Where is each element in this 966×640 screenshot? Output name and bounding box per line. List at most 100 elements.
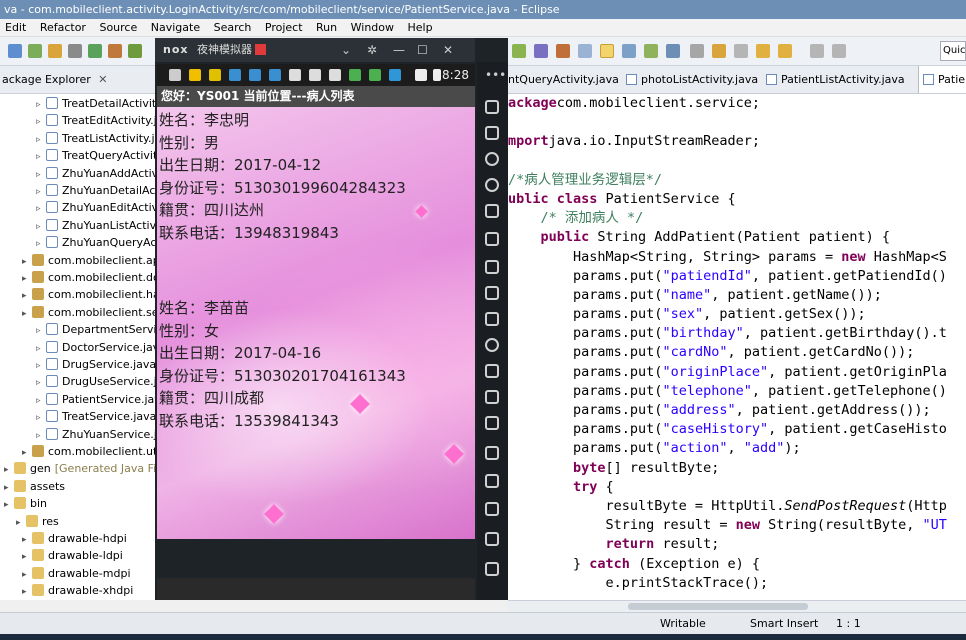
expand-arrow-icon[interactable]: ▹: [36, 392, 46, 410]
debug-icon[interactable]: [68, 44, 82, 58]
menu-navigate[interactable]: Navigate: [146, 19, 205, 37]
toggle-mark-icon[interactable]: [578, 44, 592, 58]
quick-access-input[interactable]: Quic: [940, 41, 966, 61]
tree-item[interactable]: ▹ DoctorService.java: [36, 339, 159, 358]
menu-window[interactable]: Window: [346, 19, 399, 37]
phone-icon[interactable]: [485, 100, 499, 114]
tree-item[interactable]: ▸ com.mobileclient.util: [22, 443, 159, 462]
list-item[interactable]: 姓名：李苗苗 性别：女 出生日期：2017-04-16 身份证号：5130302…: [157, 297, 475, 433]
tree-item[interactable]: ▸ com.mobileclient.han: [22, 286, 159, 304]
expand-arrow-icon[interactable]: ▹: [36, 166, 46, 184]
chevron-right-icon[interactable]: ▸: [4, 479, 14, 497]
tree-item[interactable]: ▸ res: [16, 513, 59, 531]
menu-project[interactable]: Project: [260, 19, 308, 37]
show-whitespace-icon[interactable]: [666, 44, 680, 58]
expand-arrow-icon[interactable]: ▹: [36, 200, 46, 218]
tree-item[interactable]: ▸ assets: [4, 478, 65, 496]
search-icon[interactable]: [512, 44, 526, 58]
minimize-icon[interactable]: —: [393, 38, 405, 62]
keyboard-icon[interactable]: [485, 204, 499, 218]
menu-icon[interactable]: [485, 446, 499, 460]
tree-item[interactable]: ▹ ZhuYuanAddActivi: [36, 165, 159, 184]
chevron-right-icon[interactable]: ▸: [22, 566, 32, 584]
expand-arrow-icon[interactable]: ▹: [36, 340, 46, 358]
volume-up-icon[interactable]: [485, 260, 499, 274]
tree-item[interactable]: ▸ com.mobileclient.dor: [22, 269, 159, 288]
expand-arrow-icon[interactable]: ▹: [36, 148, 46, 166]
multi-instance-icon[interactable]: [485, 416, 499, 430]
tab-patient-service[interactable]: Patient: [918, 66, 966, 93]
tree-item[interactable]: ▸ drawable-mdpi: [22, 565, 131, 583]
chevron-right-icon[interactable]: ▸: [4, 496, 14, 514]
expand-arrow-icon[interactable]: ▹: [36, 218, 46, 236]
back-icon[interactable]: [485, 502, 499, 516]
tree-item[interactable]: ▹ TreatEditActivity.ja: [36, 112, 159, 131]
settings-icon[interactable]: ✲: [367, 38, 377, 62]
volume-down-icon[interactable]: [485, 286, 499, 300]
run-icon[interactable]: [88, 44, 102, 58]
tree-item[interactable]: ▹ ZhuYuanService.ja: [36, 426, 159, 444]
chevron-right-icon[interactable]: ▸: [22, 531, 32, 549]
expand-arrow-icon[interactable]: ▹: [36, 409, 46, 427]
chevron-right-icon[interactable]: ▸: [22, 548, 32, 566]
expand-arrow-icon[interactable]: ▹: [36, 96, 46, 114]
highlight-icon[interactable]: [600, 44, 614, 58]
tab-patient-list[interactable]: PatientListActivity.java: [766, 66, 905, 93]
save-icon[interactable]: [28, 44, 42, 58]
last-edit-icon[interactable]: [734, 44, 748, 58]
tree-item[interactable]: ▹ TreatDetailActivity: [36, 95, 159, 114]
tab-photo-list[interactable]: photoListActivity.java: [626, 66, 758, 93]
menu-refactor[interactable]: Refactor: [35, 19, 91, 37]
scroll-thumb[interactable]: [628, 603, 808, 610]
chevron-right-icon[interactable]: ▸: [22, 270, 32, 288]
robot-icon[interactable]: [485, 126, 499, 140]
tab-query-activity[interactable]: ntQueryActivity.java: [508, 66, 619, 93]
camera-icon[interactable]: [485, 390, 499, 404]
expand-arrow-icon[interactable]: ▹: [36, 374, 46, 392]
tree-item[interactable]: ▹ PatientService.java: [36, 391, 159, 410]
back-icon[interactable]: [756, 44, 770, 58]
close-icon[interactable]: ✕: [443, 38, 453, 62]
annotation-icon[interactable]: [644, 44, 658, 58]
chevron-right-icon[interactable]: ▸: [22, 305, 32, 323]
task-icon[interactable]: [534, 44, 548, 58]
tree-item[interactable]: ▸ gen [Generated Java File: [4, 460, 159, 479]
recent-apps-icon[interactable]: [485, 562, 499, 576]
tree-item[interactable]: ▹ TreatService.java: [36, 408, 156, 426]
expand-arrow-icon[interactable]: ▹: [36, 131, 46, 149]
location-icon[interactable]: [485, 178, 499, 192]
menu-help[interactable]: Help: [403, 19, 438, 37]
tree-item[interactable]: ▸ drawable-hdpi: [22, 530, 127, 548]
tree-item[interactable]: ▹ DrugService.java: [36, 356, 156, 374]
expand-arrow-icon[interactable]: ▹: [36, 183, 46, 201]
list-item[interactable]: 姓名：李忠明 性别：男 出生日期：2017-04-12 身份证号：5130301…: [157, 109, 475, 245]
tree-item[interactable]: ▹ ZhuYuanListActivi: [36, 217, 159, 235]
tree-item[interactable]: ▸ bin: [4, 495, 47, 513]
fullscreen-icon[interactable]: [485, 232, 499, 246]
expand-arrow-icon[interactable]: ▹: [36, 235, 46, 253]
notice-icon[interactable]: [255, 44, 266, 55]
chevron-right-icon[interactable]: ▸: [22, 444, 32, 462]
tree-item[interactable]: ▸ com.mobileclient.app: [22, 252, 159, 271]
tree-item[interactable]: ▹ DepartmentServic: [36, 321, 159, 340]
menu-source[interactable]: Source: [94, 19, 142, 37]
tree-item[interactable]: ▸ drawable-xhdpi: [22, 582, 133, 600]
code-editor[interactable]: ackagecom.mobileclient.service; mportjava…: [508, 94, 966, 600]
android-sdk-icon[interactable]: [128, 44, 142, 58]
print-icon[interactable]: [48, 44, 62, 58]
chevron-right-icon[interactable]: ▸: [22, 583, 32, 600]
upload-icon[interactable]: [485, 312, 499, 326]
chevron-right-icon[interactable]: ▸: [4, 461, 14, 479]
menu-edit[interactable]: Edit: [0, 19, 31, 37]
chevron-right-icon[interactable]: ▸: [22, 253, 32, 271]
dropdown-icon[interactable]: [832, 44, 846, 58]
expand-arrow-icon[interactable]: ▹: [36, 357, 46, 375]
close-icon[interactable]: ✕: [98, 73, 107, 86]
home-icon[interactable]: [485, 532, 499, 546]
expand-arrow-icon[interactable]: ▹: [36, 113, 46, 131]
code-area[interactable]: ackagecom.mobileclient.service; mportjava…: [508, 94, 947, 593]
tree-item[interactable]: ▸ drawable-ldpi: [22, 547, 123, 565]
expand-arrow-icon[interactable]: ▹: [36, 322, 46, 340]
tree-item[interactable]: ▹ ZhuYuanDetailActi: [36, 182, 159, 201]
tree-item[interactable]: ▸ com.mobileclient.serv: [22, 304, 159, 323]
